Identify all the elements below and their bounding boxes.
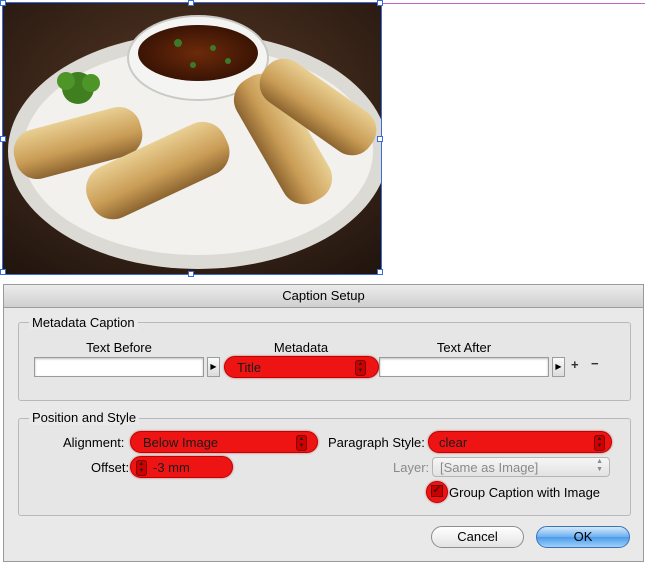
popup-arrows-icon: ▲ ▼: [596, 458, 603, 473]
cancel-button[interactable]: Cancel: [431, 526, 524, 548]
metadata-popup-value: Title: [237, 360, 262, 375]
spring-rolls-photo: [3, 3, 381, 274]
selected-image-frame[interactable]: [2, 2, 382, 275]
metadata-caption-label: Metadata Caption: [29, 315, 138, 330]
popup-arrows-icon: ▲ ▼: [355, 360, 366, 376]
insert-text-before-button[interactable]: ▶: [207, 357, 220, 377]
group-caption-checkbox[interactable]: ✓: [426, 481, 448, 503]
text-before-header: Text Before: [86, 340, 152, 355]
alignment-popup[interactable]: Below Image ▲ ▼: [130, 431, 318, 453]
dialog-title: Caption Setup: [4, 285, 643, 308]
group-caption-label: Group Caption with Image: [449, 485, 601, 500]
triangle-right-icon: ▶: [210, 362, 217, 371]
resize-handle-bottom-left[interactable]: [0, 269, 6, 275]
resize-handle-bottom[interactable]: [188, 271, 194, 277]
resize-handle-top-right[interactable]: [377, 0, 383, 6]
caption-setup-dialog: Caption Setup Metadata Caption Text Befo…: [3, 284, 644, 562]
alignment-value: Below Image: [143, 435, 219, 450]
paragraph-style-value: clear: [439, 435, 468, 450]
resize-handle-left[interactable]: [0, 136, 6, 142]
text-before-field[interactable]: [34, 357, 204, 377]
offset-field[interactable]: ▲ ▼ -3 mm: [130, 456, 233, 478]
checkmark-icon: ✓: [431, 484, 443, 497]
popup-arrows-icon: ▲ ▼: [296, 435, 307, 451]
page-edge-top: [382, 3, 645, 4]
offset-value: -3 mm: [153, 460, 190, 475]
metadata-header: Metadata: [273, 340, 329, 355]
resize-handle-top-left[interactable]: [0, 0, 6, 6]
triangle-right-icon: ▶: [555, 362, 562, 371]
paragraph-style-label: Paragraph Style:: [328, 435, 425, 450]
position-style-label: Position and Style: [29, 410, 140, 425]
minus-icon[interactable]: −: [591, 356, 599, 371]
ok-button[interactable]: OK: [536, 526, 630, 548]
offset-label: Offset:: [91, 460, 130, 475]
layer-popup[interactable]: [Same as Image] ▲ ▼: [432, 457, 610, 477]
text-after-header: Text After: [436, 340, 492, 355]
offset-stepper-icon[interactable]: ▲ ▼: [136, 460, 147, 476]
layer-label: Layer:: [393, 460, 430, 475]
resize-handle-top[interactable]: [188, 0, 194, 6]
resize-handle-right[interactable]: [377, 136, 383, 142]
text-after-field[interactable]: [379, 357, 549, 377]
insert-text-after-button[interactable]: ▶: [552, 357, 565, 377]
paragraph-style-popup[interactable]: clear ▲ ▼: [428, 431, 612, 453]
popup-arrows-icon: ▲ ▼: [594, 435, 605, 451]
plus-icon[interactable]: +: [571, 357, 579, 372]
metadata-popup[interactable]: Title ▲ ▼: [224, 356, 379, 378]
alignment-label: Alignment:: [63, 435, 125, 450]
resize-handle-bottom-right[interactable]: [377, 269, 383, 275]
layer-value: [Same as Image]: [440, 460, 539, 475]
